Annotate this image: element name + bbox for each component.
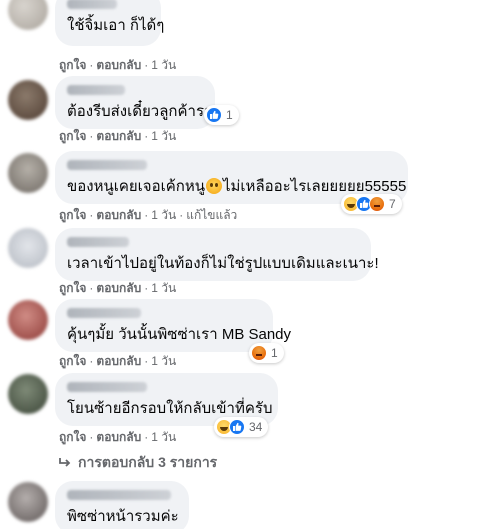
- avatar[interactable]: [8, 300, 48, 340]
- avatar[interactable]: [8, 153, 48, 193]
- comment-bubble: ต้องรีบส่งเดี๋ยวลูกค้ารอ: [55, 76, 215, 129]
- reaction-summary[interactable]: 34: [214, 417, 269, 437]
- author-name[interactable]: [67, 160, 147, 170]
- view-replies-link[interactable]: การตอบกลับ 3 รายการ: [58, 452, 217, 474]
- author-name[interactable]: [67, 382, 147, 392]
- avatar[interactable]: [8, 374, 48, 414]
- author-name[interactable]: [67, 85, 125, 95]
- comment-text: ใช้จิ้มเอา ก็ได้ๆ: [67, 17, 165, 34]
- comment-text: พิซซ่าหน้ารวมค่ะ: [67, 508, 179, 525]
- timestamp[interactable]: 1 วัน: [151, 58, 176, 72]
- comment-actions: ถูกใจ · ตอบกลับ · 1 วัน: [59, 430, 177, 444]
- reaction-count: 34: [249, 420, 263, 434]
- comment-text-part: ไม่เหลืออะไรเลยยยยย55555: [223, 178, 407, 195]
- comment-bubble: คุ้นๆมั้ย วันนั้นพิซซ่าเรา MB Sandy: [55, 299, 292, 352]
- comment-bubble: ใช้จิ้มเอา ก็ได้ๆ: [55, 0, 165, 46]
- comment-text: เวลาเข้าไปอยู่ในท้องก็ไม่ใช่รูปแบบเดิมแล…: [67, 255, 379, 272]
- comment-bubble: เวลาเข้าไปอยู่ในท้องก็ไม่ใช่รูปแบบเดิมแล…: [55, 228, 379, 281]
- author-name[interactable]: [67, 0, 117, 9]
- comment-text-part: ของหนูเคยเจอเค้กหนู: [67, 178, 205, 195]
- reaction-summary[interactable]: 1: [204, 105, 239, 125]
- like-action[interactable]: ถูกใจ: [59, 58, 86, 72]
- comment-actions: ถูกใจ · ตอบกลับ · 1 วัน · แก้ไขแล้ว: [59, 208, 238, 222]
- view-replies-label: การตอบกลับ 3 รายการ: [78, 454, 218, 470]
- comment-text: ต้องรีบส่งเดี๋ยวลูกค้ารอ: [67, 103, 214, 120]
- avatar[interactable]: [8, 0, 48, 30]
- timestamp[interactable]: 1 วัน: [151, 281, 176, 295]
- edited-label[interactable]: แก้ไขแล้ว: [186, 208, 237, 222]
- comment-actions: ถูกใจ · ตอบกลับ · 1 วัน: [59, 281, 177, 295]
- like-action[interactable]: ถูกใจ: [59, 281, 86, 295]
- comment-text: โยนซ้ายอีกรอบให้กลับเข้าที่ครับ: [67, 400, 273, 417]
- avatar[interactable]: [8, 482, 48, 522]
- reaction-summary[interactable]: 7: [341, 194, 402, 214]
- comment-actions: ถูกใจ · ตอบกลับ · 1 วัน: [59, 129, 177, 143]
- like-action[interactable]: ถูกใจ: [59, 354, 86, 368]
- like-reaction-icon: [206, 107, 222, 123]
- like-reaction-icon: [229, 419, 245, 435]
- reaction-count: 1: [271, 346, 278, 360]
- timestamp[interactable]: 1 วัน: [151, 129, 176, 143]
- reaction-count: 7: [389, 197, 396, 211]
- avatar[interactable]: [8, 228, 48, 268]
- comment-actions: ถูกใจ · ตอบกลับ · 1 วัน: [59, 58, 177, 72]
- avatar[interactable]: [8, 80, 48, 120]
- angry-reaction-icon: [251, 345, 267, 361]
- reaction-summary[interactable]: 1: [249, 343, 284, 363]
- reply-action[interactable]: ตอบกลับ: [96, 58, 141, 72]
- reaction-count: 1: [226, 108, 233, 122]
- timestamp[interactable]: 1 วัน: [151, 354, 176, 368]
- angry-reaction-icon: [369, 196, 385, 212]
- author-name[interactable]: [67, 237, 129, 247]
- comment-actions: ถูกใจ · ตอบกลับ · 1 วัน: [59, 354, 177, 368]
- reply-action[interactable]: ตอบกลับ: [96, 354, 141, 368]
- reply-arrow-icon: [59, 458, 71, 467]
- reply-action[interactable]: ตอบกลับ: [96, 430, 141, 444]
- comment-bubble: พิซซ่าหน้ารวมค่ะ: [55, 481, 189, 529]
- reply-action[interactable]: ตอบกลับ: [96, 208, 141, 222]
- reply-action[interactable]: ตอบกลับ: [96, 281, 141, 295]
- like-action[interactable]: ถูกใจ: [59, 129, 86, 143]
- author-name[interactable]: [67, 308, 141, 318]
- like-action[interactable]: ถูกใจ: [59, 208, 86, 222]
- comment-text: คุ้นๆมั้ย วันนั้นพิซซ่าเรา MB Sandy: [67, 326, 292, 343]
- like-action[interactable]: ถูกใจ: [59, 430, 86, 444]
- timestamp[interactable]: 1 วัน: [151, 430, 176, 444]
- reply-action[interactable]: ตอบกลับ: [96, 129, 141, 143]
- grinning-emoji-icon: [206, 178, 222, 194]
- author-name[interactable]: [67, 490, 171, 500]
- timestamp[interactable]: 1 วัน: [151, 208, 176, 222]
- comment-text: ของหนูเคยเจอเค้กหนู ไม่เหลืออะไรเลยยยยย55…: [67, 177, 406, 196]
